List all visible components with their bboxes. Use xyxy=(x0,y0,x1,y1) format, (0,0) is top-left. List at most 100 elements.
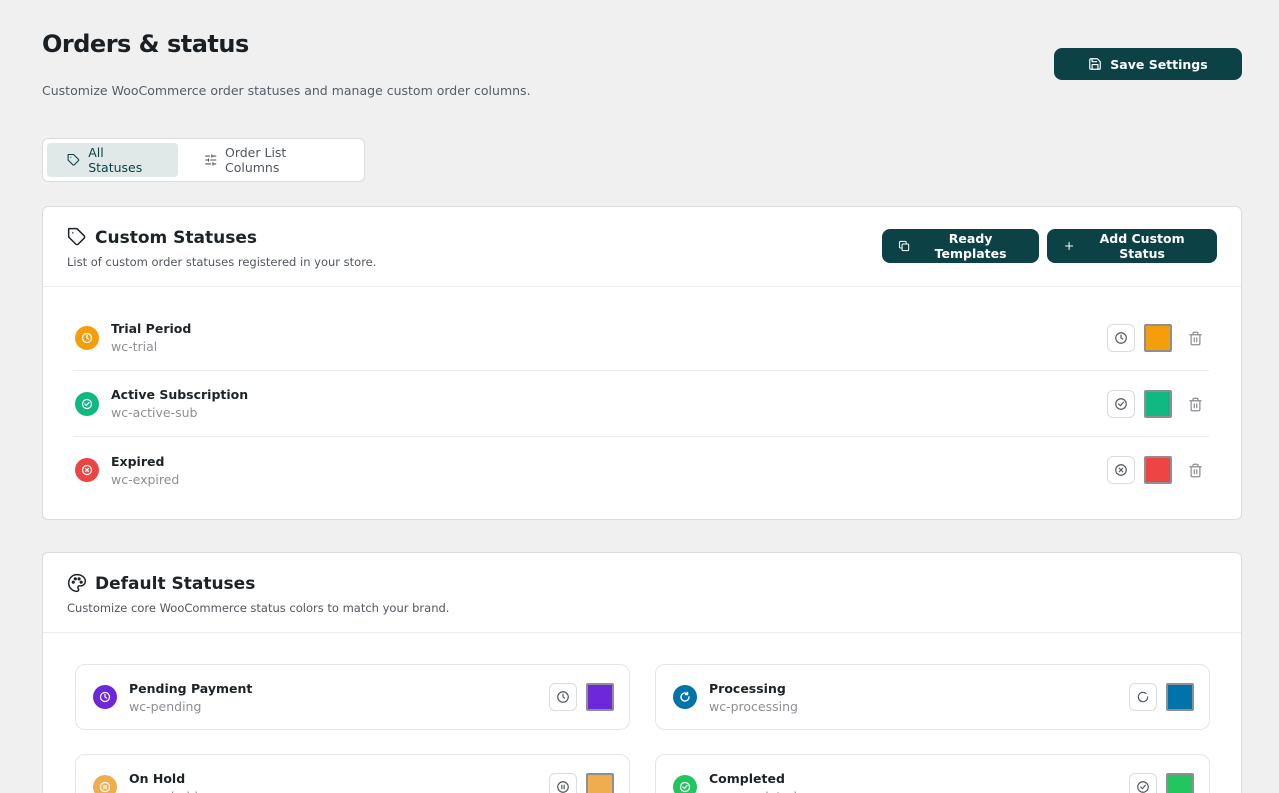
status-slug: wc-active-sub xyxy=(111,405,198,420)
color-swatch[interactable] xyxy=(1144,456,1172,484)
default-statuses-header: Default Statuses Customize core WooComme… xyxy=(43,553,1241,633)
list-item: Expired wc-expired xyxy=(73,437,1209,503)
status-name: Trial Period xyxy=(111,321,192,336)
list-item: Active Subscription wc-active-sub xyxy=(73,371,1209,437)
custom-status-list: Trial Period wc-trial Active Subscriptio… xyxy=(73,305,1209,503)
page-title: Orders & status xyxy=(42,30,249,58)
sliders-icon xyxy=(204,154,216,166)
color-swatch[interactable] xyxy=(1166,773,1194,793)
default-statuses-desc: Customize core WooCommerce status colors… xyxy=(67,601,450,615)
custom-statuses-actions: Ready Templates Add Custom Status xyxy=(882,229,1217,263)
custom-statuses-header: Custom Statuses List of custom order sta… xyxy=(43,207,1241,287)
status-name: Completed xyxy=(709,770,785,786)
status-color-dot xyxy=(93,775,117,793)
icon-picker-button[interactable] xyxy=(1129,773,1157,793)
status-text: Trial Period wc-trial xyxy=(111,321,191,354)
tab-bar: All Statuses Order List Columns xyxy=(42,138,365,182)
list-item: On Hold wc-on-hold xyxy=(75,754,630,793)
row-actions xyxy=(1129,773,1194,793)
row-actions xyxy=(1107,456,1209,484)
status-name: Pending Payment xyxy=(129,680,253,696)
icon-picker-button[interactable] xyxy=(1107,324,1135,352)
color-swatch[interactable] xyxy=(1166,683,1194,711)
delete-button[interactable] xyxy=(1181,390,1209,418)
icon-picker-button[interactable] xyxy=(1107,456,1135,484)
save-icon xyxy=(1089,58,1102,70)
status-name: Expired xyxy=(111,453,165,469)
status-color-dot xyxy=(75,458,99,482)
palette-icon xyxy=(68,573,87,593)
status-color-dot xyxy=(673,685,697,709)
delete-button[interactable] xyxy=(1181,456,1209,484)
icon-picker-button[interactable] xyxy=(1129,683,1157,711)
clock-icon xyxy=(99,691,111,703)
status-name: On Hold xyxy=(129,770,186,786)
icon-picker-button[interactable] xyxy=(549,683,577,711)
x-circle-icon xyxy=(1115,464,1127,476)
list-item: Pending Payment wc-pending xyxy=(75,664,630,730)
color-swatch[interactable] xyxy=(586,773,614,793)
custom-statuses-card: Custom Statuses List of custom order sta… xyxy=(42,206,1242,520)
status-text: Pending Payment wc-pending xyxy=(129,681,252,714)
tab-order-list-columns[interactable]: Order List Columns xyxy=(184,143,360,177)
status-text: Completed wc-completed xyxy=(709,771,797,793)
row-actions xyxy=(1107,390,1209,418)
status-text: On Hold wc-on-hold xyxy=(129,771,198,793)
check-circle-icon xyxy=(679,781,691,793)
status-slug: wc-trial xyxy=(111,339,158,354)
x-circle-icon xyxy=(81,464,93,476)
tab-all-statuses-label: All Statuses xyxy=(88,145,143,175)
tag-icon xyxy=(67,153,80,166)
row-actions xyxy=(1107,324,1209,352)
page-subtitle: Customize WooCommerce order statuses and… xyxy=(42,83,531,98)
status-text: Processing wc-processing xyxy=(709,681,798,714)
status-name: Active Subscription xyxy=(111,387,249,402)
status-slug: wc-pending xyxy=(129,698,202,714)
icon-picker-button[interactable] xyxy=(549,773,577,793)
clock-icon xyxy=(1115,332,1127,344)
clock-icon xyxy=(557,691,569,703)
status-slug: wc-on-hold xyxy=(129,789,198,793)
plus-icon xyxy=(1065,241,1074,251)
check-circle-icon xyxy=(81,398,93,409)
list-item: Completed wc-completed xyxy=(655,754,1210,793)
trash-icon xyxy=(1188,397,1202,411)
default-statuses-card: Default Statuses Customize core WooComme… xyxy=(42,552,1242,793)
trash-icon xyxy=(1188,331,1202,345)
list-item: Trial Period wc-trial xyxy=(73,305,1209,371)
tab-order-list-columns-label: Order List Columns xyxy=(224,145,287,175)
copy-icon xyxy=(899,240,910,252)
status-text: Active Subscription wc-active-sub xyxy=(111,387,248,420)
status-color-dot xyxy=(673,775,697,793)
default-status-grid: Pending Payment wc-pending Processing wc… xyxy=(75,664,1210,793)
save-settings-button[interactable]: Save Settings xyxy=(1054,48,1242,80)
clock-icon xyxy=(81,332,93,343)
add-custom-status-label: Add Custom Status xyxy=(1099,231,1185,261)
check-circle-icon xyxy=(1137,781,1149,793)
status-text: Expired wc-expired xyxy=(111,454,179,487)
pause-circle-icon xyxy=(557,781,569,793)
color-swatch[interactable] xyxy=(1144,390,1172,418)
status-slug: wc-completed xyxy=(709,789,797,793)
custom-statuses-title: Custom Statuses xyxy=(95,228,257,248)
color-swatch[interactable] xyxy=(1144,324,1172,352)
status-name: Processing xyxy=(709,680,786,696)
tab-all-statuses[interactable]: All Statuses xyxy=(47,143,178,177)
add-custom-status-button[interactable]: Add Custom Status xyxy=(1047,229,1217,263)
status-slug: wc-expired xyxy=(111,471,180,487)
ready-templates-button[interactable]: Ready Templates xyxy=(882,229,1039,263)
status-slug: wc-processing xyxy=(709,698,798,714)
status-color-dot xyxy=(93,685,117,709)
pause-circle-icon xyxy=(99,781,111,793)
check-circle-icon xyxy=(1115,398,1127,410)
ready-templates-label: Ready Templates xyxy=(934,231,1007,261)
icon-picker-button[interactable] xyxy=(1107,390,1135,418)
row-actions xyxy=(549,773,614,793)
refresh-icon xyxy=(1137,691,1149,703)
delete-button[interactable] xyxy=(1181,324,1209,352)
color-swatch[interactable] xyxy=(586,683,614,711)
trash-icon xyxy=(1188,463,1202,477)
default-statuses-title: Default Statuses xyxy=(95,574,256,594)
list-item: Processing wc-processing xyxy=(655,664,1210,730)
tag-icon xyxy=(67,227,86,246)
